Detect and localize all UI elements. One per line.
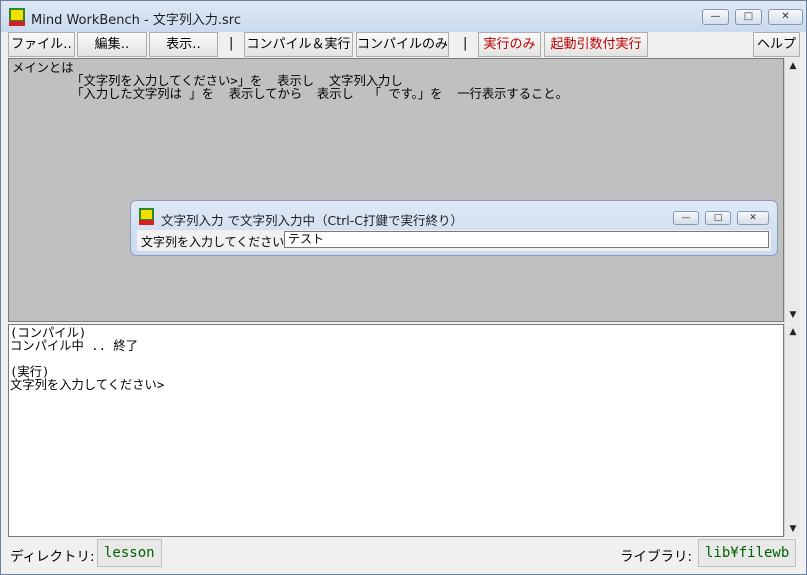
dialog-prompt: 文字列を入力してください> (141, 235, 295, 249)
toolbar-separator: | (229, 36, 234, 51)
view-menu-button[interactable]: 表示‥ (149, 32, 218, 57)
file-menu-button[interactable]: ファイル‥ (8, 32, 75, 57)
directory-label: ディレクトリ: (10, 549, 95, 565)
dialog-title: 文字列入力 で文字列入力中（Ctrl-C打鍵で実行終り） (161, 213, 463, 228)
toolbar-separator: | (463, 36, 468, 51)
app-window: Mind WorkBench - 文字列入力.src — □ ✕ ファイル‥ 編… (0, 0, 807, 575)
dialog-maximize-button[interactable]: □ (705, 211, 731, 225)
scroll-down-arrow-icon[interactable]: ▼ (785, 307, 801, 323)
dialog-close-button[interactable]: ✕ (737, 211, 769, 225)
text-input-field[interactable]: テスト (284, 231, 769, 248)
compile-run-button[interactable]: コンパイル＆実行 (244, 32, 353, 57)
input-dialog: 文字列入力 で文字列入力中（Ctrl-C打鍵で実行終り） — □ ✕ 文字列を入… (130, 200, 778, 256)
scroll-down-arrow-icon[interactable]: ▼ (785, 521, 801, 537)
status-bar: ディレクトリ: lesson ライブラリ: lib¥filewb (1, 538, 806, 574)
window-title: Mind WorkBench - 文字列入力.src (31, 13, 241, 28)
output-line: 文字列を入力してください> (10, 378, 165, 392)
output-line: コンパイル中 .. 終了 (10, 339, 138, 353)
directory-button[interactable]: lesson (97, 539, 162, 567)
maximize-button[interactable]: □ (735, 9, 762, 25)
edit-menu-button[interactable]: 編集‥ (77, 32, 147, 57)
output-console[interactable]: (コンパイル) コンパイル中 .. 終了 (実行) 文字列を入力してください> (8, 324, 784, 537)
compile-only-button[interactable]: コンパイルのみ (356, 32, 449, 57)
app-icon (9, 8, 25, 26)
source-editor[interactable]: メインとは 「文字列を入力してください>」を 表示し 文字列入力し 「入力した文… (8, 58, 784, 322)
minimize-button[interactable]: — (702, 9, 729, 25)
library-label: ライブラリ: (620, 549, 693, 565)
library-button[interactable]: lib¥filewb (698, 539, 797, 567)
dialog-minimize-button[interactable]: — (673, 211, 699, 225)
source-scrollbar[interactable]: ▲ ▼ (784, 58, 800, 323)
output-scrollbar[interactable]: ▲ ▼ (784, 324, 800, 537)
dialog-body: 文字列を入力してください> テスト (137, 230, 771, 251)
toolbar: ファイル‥ 編集‥ 表示‥ | コンパイル＆実行 コンパイルのみ | 実行のみ … (1, 32, 806, 58)
run-with-args-button[interactable]: 起動引数付実行 (544, 32, 648, 57)
close-button[interactable]: ✕ (768, 9, 803, 25)
dialog-app-icon (139, 208, 154, 225)
help-button[interactable]: ヘルプ (753, 32, 800, 57)
title-bar[interactable]: Mind WorkBench - 文字列入力.src — □ ✕ (1, 1, 806, 32)
source-line: 「入力した文字列は 」を 表示してから 表示し 「 です。」を 一行表示すること… (12, 87, 568, 101)
scroll-up-arrow-icon[interactable]: ▲ (785, 324, 801, 340)
run-only-button[interactable]: 実行のみ (478, 32, 541, 57)
scroll-up-arrow-icon[interactable]: ▲ (785, 58, 801, 74)
